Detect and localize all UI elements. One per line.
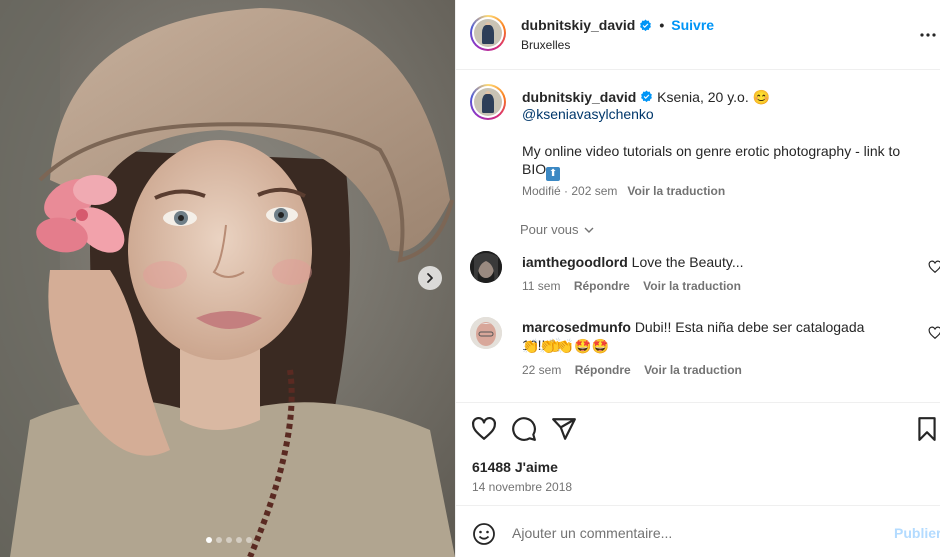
post-media[interactable] bbox=[0, 0, 455, 557]
heart-icon[interactable] bbox=[471, 416, 497, 442]
likes-label: J'aime bbox=[514, 459, 558, 475]
verified-badge-icon bbox=[641, 90, 653, 103]
comment-age: 11 sem bbox=[522, 279, 561, 293]
post-photo bbox=[0, 0, 455, 557]
caption-avatar[interactable] bbox=[470, 84, 506, 120]
likes-count[interactable]: 61488 J'aime bbox=[472, 459, 558, 475]
comment-emoji-line: 👏👏👏🤩🤩 bbox=[522, 338, 610, 354]
caption-translate-button[interactable]: Voir la traduction bbox=[627, 184, 725, 198]
add-comment-bar: Publier bbox=[456, 505, 940, 557]
publish-button[interactable]: Publier bbox=[894, 525, 940, 541]
caption-mention-link[interactable]: @kseniavasylchenko bbox=[522, 106, 654, 122]
comment-meta: 22 sem Répondre Voir la traduction bbox=[522, 363, 742, 377]
post-date: 14 novembre 2018 bbox=[472, 480, 573, 494]
comment-reply-button[interactable]: Répondre bbox=[575, 363, 631, 377]
comment-text: Love the Beauty... bbox=[631, 254, 744, 270]
carousel-dot bbox=[226, 537, 232, 543]
carousel-dot bbox=[236, 537, 242, 543]
comment-reply-button[interactable]: Répondre bbox=[574, 279, 630, 293]
comment-meta: 11 sem Répondre Voir la traduction bbox=[522, 279, 741, 293]
share-icon[interactable] bbox=[551, 416, 577, 442]
caption-modified: Modifié · 202 sem bbox=[522, 184, 618, 198]
comment-translate-button[interactable]: Voir la traduction bbox=[643, 279, 741, 293]
likes-number: 61488 bbox=[472, 459, 511, 475]
comment-avatar[interactable] bbox=[470, 317, 502, 349]
caption-header: dubnitskiy_david Ksenia, 20 y.o. 😊 bbox=[522, 88, 770, 106]
carousel-dot bbox=[246, 537, 252, 543]
comment-like-icon[interactable] bbox=[928, 260, 940, 274]
caption-body: My online video tutorials on genre eroti… bbox=[522, 143, 901, 177]
carousel-next-button[interactable] bbox=[418, 266, 442, 290]
bookmark-icon[interactable] bbox=[914, 416, 940, 442]
caption-meta: Modifié · 202 sem Voir la traduction bbox=[522, 184, 725, 198]
comment-translate-button[interactable]: Voir la traduction bbox=[644, 363, 742, 377]
carousel-dot bbox=[216, 537, 222, 543]
carousel-dot bbox=[206, 537, 212, 543]
chevron-down-icon bbox=[584, 227, 594, 233]
post-side-panel: dubnitskiy_david • Suivre Bruxelles dubn… bbox=[455, 0, 940, 557]
comments-sort-label: Pour vous bbox=[520, 222, 579, 237]
caption-first-line: Ksenia, 20 y.o. 😊 bbox=[657, 89, 771, 105]
comment-like-icon[interactable] bbox=[928, 326, 940, 340]
comment-avatar[interactable] bbox=[470, 251, 502, 283]
carousel-indicators bbox=[206, 537, 252, 543]
avatar-image bbox=[470, 317, 502, 349]
post-header: dubnitskiy_david • Suivre Bruxelles bbox=[456, 0, 940, 70]
author-username[interactable]: dubnitskiy_david bbox=[521, 17, 635, 33]
author-avatar[interactable] bbox=[470, 15, 506, 51]
comment-icon[interactable] bbox=[511, 416, 537, 442]
more-options-button[interactable] bbox=[918, 25, 938, 45]
comment-username[interactable]: iamthegoodlord bbox=[522, 254, 628, 270]
verified-badge-icon bbox=[640, 19, 652, 31]
more-options-icon bbox=[920, 33, 936, 37]
comments-sort-dropdown[interactable]: Pour vous bbox=[520, 222, 595, 237]
separator-dot: • bbox=[659, 17, 665, 33]
comment-age: 22 sem bbox=[522, 363, 562, 377]
caption-text: My online video tutorials on genre eroti… bbox=[522, 142, 922, 181]
avatar-image bbox=[470, 251, 502, 283]
comment-input[interactable] bbox=[512, 522, 872, 544]
comment-username[interactable]: marcosedmunfo bbox=[522, 319, 631, 335]
follow-button[interactable]: Suivre bbox=[671, 17, 714, 33]
up-arrow-emoji: ⬆ bbox=[546, 167, 561, 181]
location-link[interactable]: Bruxelles bbox=[521, 38, 570, 52]
emoji-icon[interactable] bbox=[472, 522, 496, 546]
caption-username[interactable]: dubnitskiy_david bbox=[522, 89, 636, 105]
comment-body: iamthegoodlord Love the Beauty... bbox=[522, 253, 744, 271]
chevron-right-icon bbox=[427, 273, 433, 283]
